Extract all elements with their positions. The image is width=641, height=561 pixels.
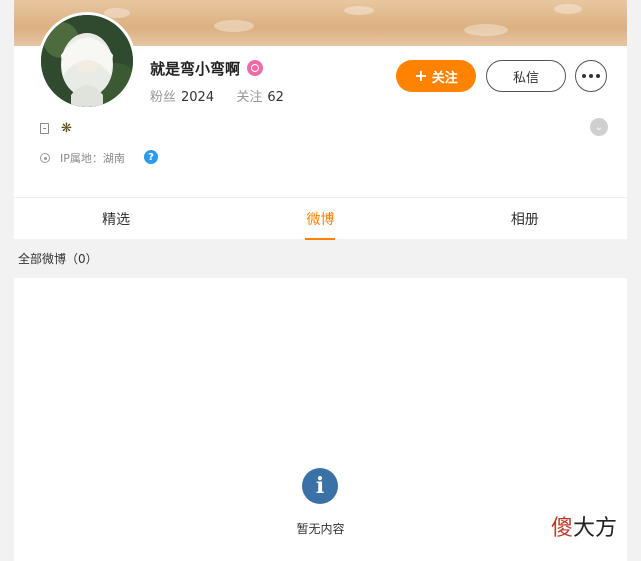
empty-state-text: 暂无内容 (296, 522, 345, 536)
tab-featured[interactable]: 精选 (14, 198, 218, 240)
help-icon[interactable]: ? (144, 150, 158, 164)
bio-text: ❋ (61, 120, 72, 136)
location-icon (40, 153, 50, 163)
more-icon (582, 74, 586, 78)
doc-icon (40, 122, 49, 134)
ip-location-row: IP属地：湖南 (40, 150, 125, 166)
fans-count[interactable]: 2024 (181, 90, 214, 105)
profile-tabs: 精选 微博 相册 (14, 197, 627, 240)
following-label: 关注 (236, 90, 263, 105)
tab-weibo[interactable]: 微博 (218, 198, 422, 240)
info-icon: i (302, 468, 338, 504)
message-button-label: 私信 (512, 70, 539, 86)
avatar[interactable] (38, 12, 136, 110)
feed-panel: i 暂无内容 (14, 278, 627, 561)
more-button[interactable] (575, 60, 607, 92)
expand-chevron-icon[interactable]: ⌄ (590, 118, 608, 136)
follow-button-label: 关注 (431, 70, 458, 86)
tab-album[interactable]: 相册 (423, 198, 627, 240)
profile-card: 就是弯小弯啊 粉丝 2024 关注 62 + 关注 私信 ❋ ⌄ IP属地：湖南 ? … (14, 0, 627, 240)
verified-badge-icon[interactable] (247, 60, 263, 76)
profile-name: 就是弯小弯啊 (150, 60, 241, 78)
profile-info-row: ❋ (40, 120, 72, 136)
ip-location-text: IP属地：湖南 (60, 152, 125, 165)
plus-icon: + (414, 66, 428, 85)
weibo-count-label: 全部微博（0） (18, 252, 98, 266)
follow-button[interactable]: + 关注 (396, 60, 476, 92)
profile-stats: 粉丝 2024 关注 62 (150, 86, 284, 105)
message-button[interactable]: 私信 (486, 60, 566, 92)
fans-label: 粉丝 (150, 90, 177, 105)
watermark: 傻大方 (551, 516, 618, 541)
following-count[interactable]: 62 (267, 90, 284, 105)
